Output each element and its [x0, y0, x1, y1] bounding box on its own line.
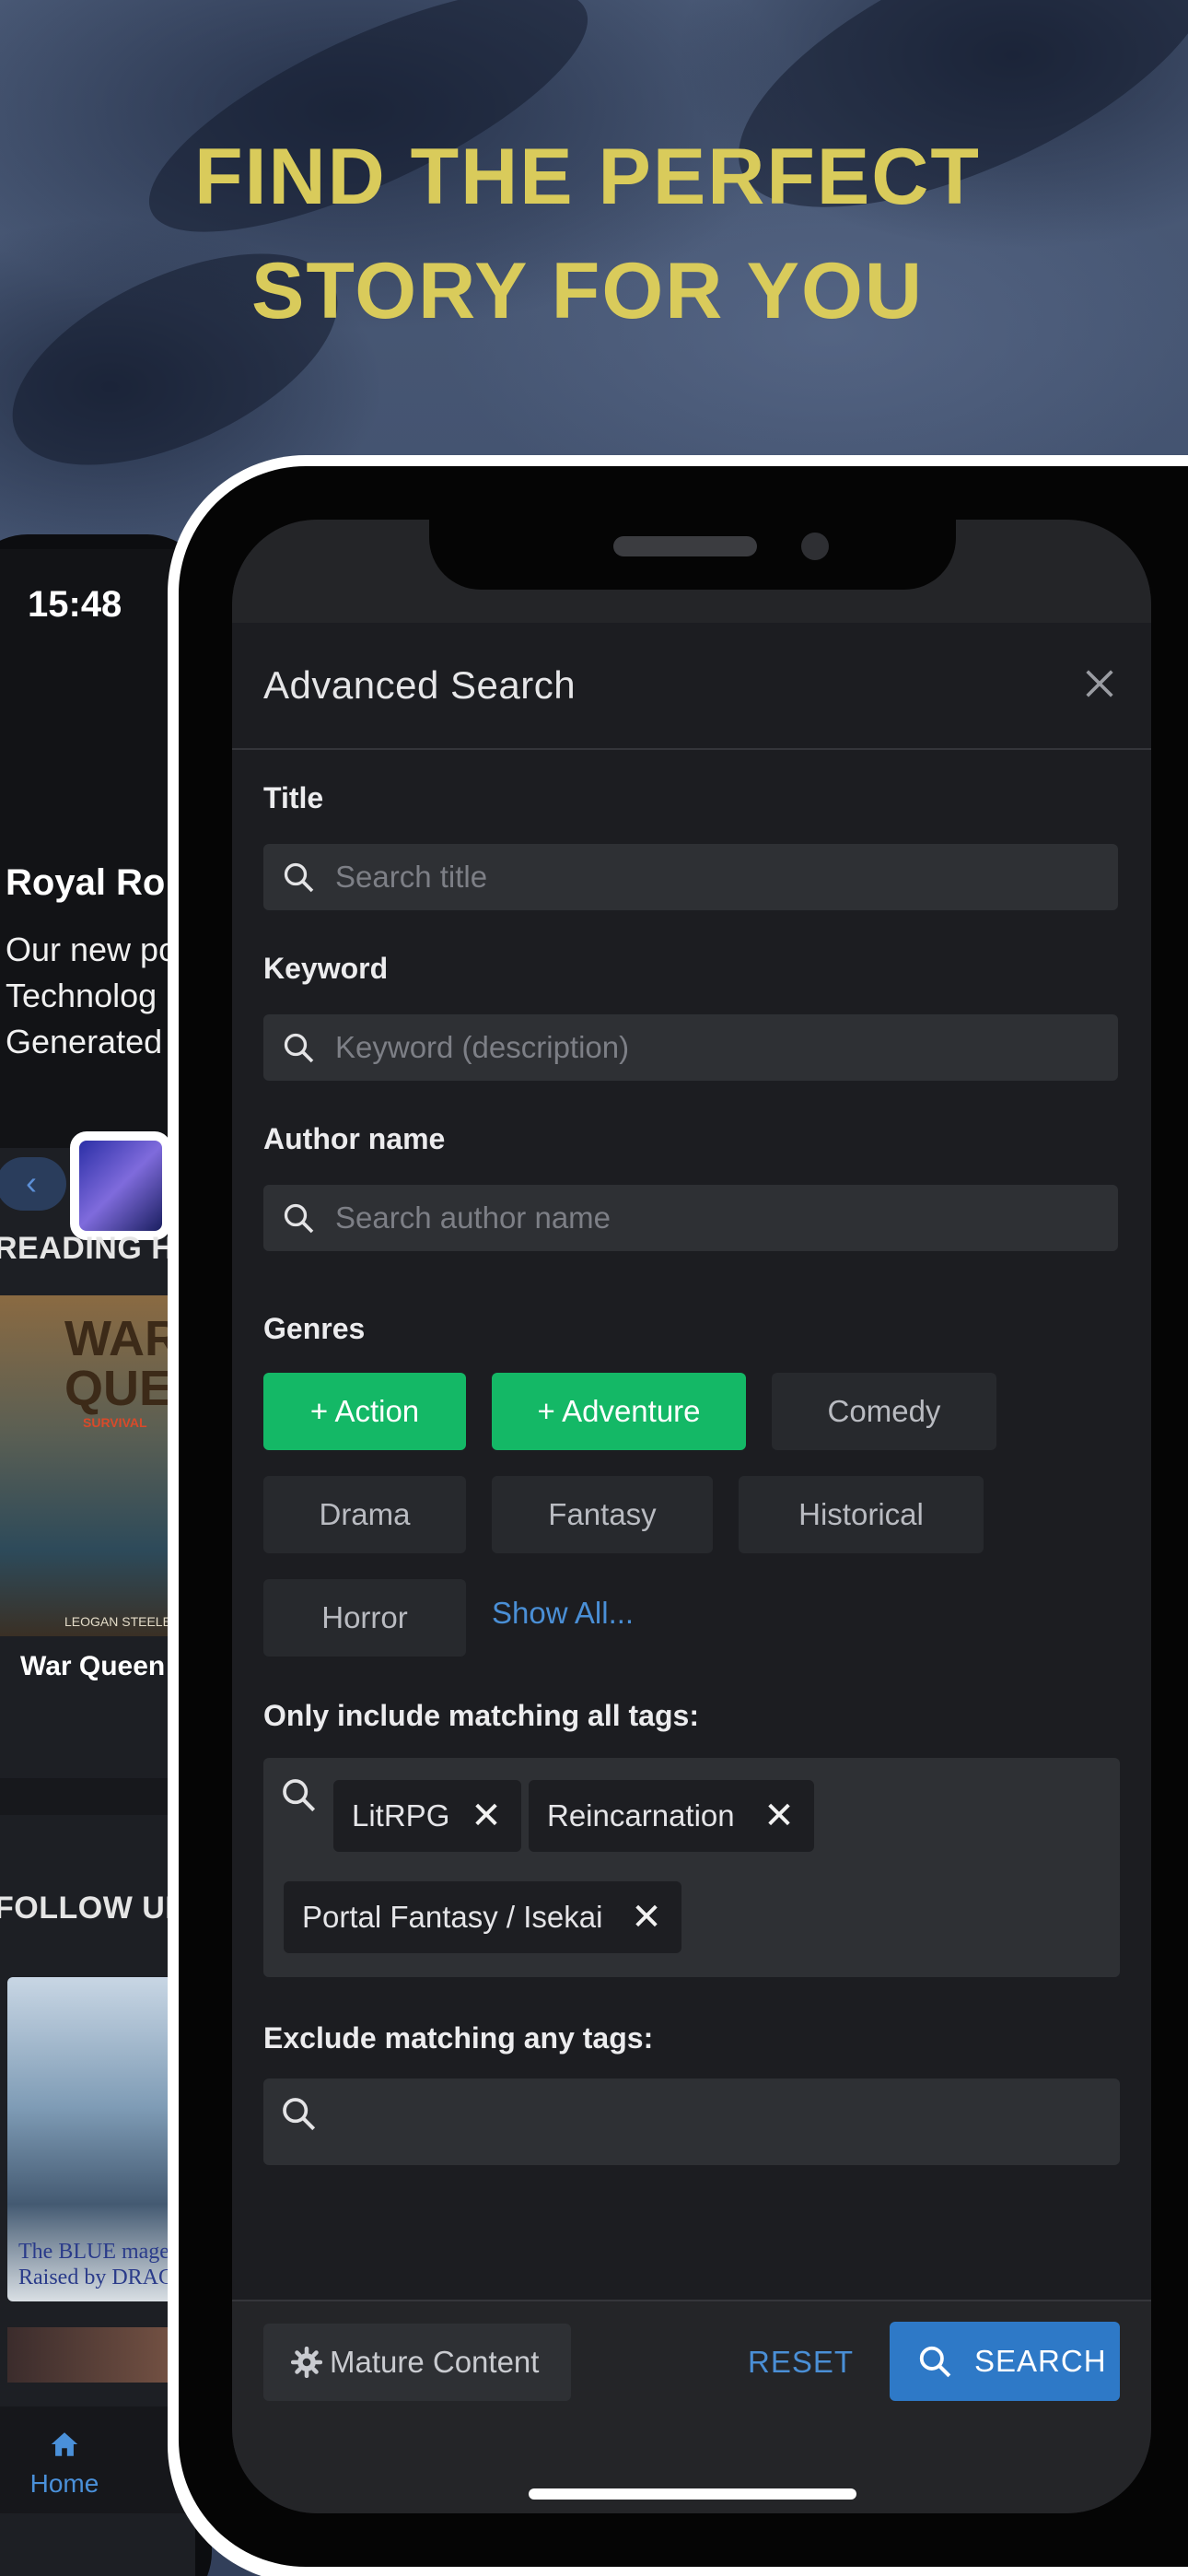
carousel-prev-button[interactable]: ‹ — [0, 1157, 66, 1211]
search-button[interactable]: SEARCH — [890, 2322, 1120, 2401]
tab-home-label: Home — [29, 2469, 99, 2498]
cover-author: LEOGAN STEELE — [64, 1614, 171, 1629]
announcement-text: Our new po Technolog Generated — [6, 927, 177, 1065]
advanced-search-screen: Advanced Search Title Keyword Author nam… — [232, 520, 1151, 2513]
search-button-label: SEARCH — [974, 2344, 1107, 2378]
search-icon — [283, 2098, 316, 2131]
mature-content-label: Mature Content — [330, 2345, 540, 2379]
show-all-genres-link[interactable]: Show All... — [492, 1596, 634, 1631]
announcement-banner: Royal Ro Our new po Technolog Generated … — [0, 660, 195, 1240]
tag-label: Portal Fantasy / Isekai — [302, 1900, 603, 1934]
author-label: Author name — [263, 1122, 446, 1155]
genre-chip-historical[interactable]: Historical — [739, 1476, 984, 1553]
author-field — [263, 1185, 1118, 1251]
keyword-label: Keyword — [263, 952, 389, 985]
author-input[interactable] — [335, 1185, 1090, 1251]
genre-chip-horror[interactable]: Horror — [263, 1579, 466, 1657]
section-follow-up: FOLLOW UP — [0, 1891, 187, 1926]
modal-header: Advanced Search — [232, 623, 1151, 750]
genre-chip-drama[interactable]: Drama — [263, 1476, 466, 1553]
notch-camera — [801, 533, 829, 560]
modal-title: Advanced Search — [263, 663, 577, 707]
tag-label: LitRPG — [352, 1798, 450, 1832]
include-tag-reincarnation: Reincarnation ✕ — [529, 1780, 814, 1852]
book-title-caption[interactable]: War Queen — [20, 1651, 165, 1682]
search-icon — [283, 1779, 316, 1812]
status-time: 15:48 — [28, 584, 122, 625]
genre-chip-action[interactable]: + Action — [263, 1373, 466, 1450]
back-phone-screen: 15:48 Royal Ro Our new po Technolog Gene… — [0, 549, 195, 2576]
section-reading-history: READING HIS — [0, 1231, 195, 1266]
keyword-input[interactable] — [335, 1014, 1090, 1081]
remove-tag-icon[interactable]: ✕ — [468, 1780, 505, 1852]
home-indicator[interactable] — [529, 2488, 856, 2500]
mature-content-button[interactable]: Mature Content — [263, 2324, 571, 2401]
title-field — [263, 844, 1118, 910]
include-tags-field[interactable]: LitRPG ✕ Reincarnation ✕ Portal Fantasy … — [263, 1758, 1120, 1977]
notch-speaker — [613, 536, 757, 556]
exclude-tags-field[interactable] — [263, 2078, 1120, 2165]
tab-home[interactable]: Home — [0, 2429, 129, 2499]
carousel-thumbnail[interactable] — [70, 1131, 171, 1240]
close-icon[interactable] — [1081, 665, 1118, 702]
include-tag-litrpg: LitRPG ✕ — [333, 1780, 521, 1852]
search-icon — [284, 1033, 314, 1063]
modal-footer: Mature Content RESET SEARCH — [232, 2300, 1151, 2418]
announcement-line: Technolog — [6, 977, 157, 1014]
search-icon — [919, 2346, 951, 2378]
announcement-line: Generated — [6, 1023, 163, 1060]
chevron-left-icon: ‹ — [26, 1164, 37, 1201]
exclude-tags-label: Exclude matching any tags: — [263, 2021, 654, 2055]
status-bar: 15:48 — [0, 549, 195, 660]
book-cover-war-queen[interactable]: WAR QUEEN SURVIVAL LEOGAN STEELE — [0, 1295, 195, 1636]
genre-chip-fantasy[interactable]: Fantasy — [492, 1476, 713, 1553]
search-icon — [284, 862, 314, 893]
keyword-field — [263, 1014, 1118, 1081]
promo-headline: FIND THE PERFECT STORY FOR YOU — [0, 120, 1175, 348]
include-tags-label: Only include matching all tags: — [263, 1699, 699, 1732]
cover-subtitle: SURVIVAL — [83, 1415, 147, 1430]
remove-tag-icon[interactable]: ✕ — [628, 1881, 665, 1953]
promo-headline-line2: STORY FOR YOU — [250, 247, 925, 335]
tag-label: Reincarnation — [547, 1798, 735, 1832]
bottom-tab-bar: Home — [0, 2406, 195, 2513]
genres-label: Genres — [263, 1312, 366, 1345]
remove-tag-icon[interactable]: ✕ — [761, 1780, 798, 1852]
cover-title-line: Raised by DRAGO — [18, 2266, 191, 2289]
announcement-title: Royal Ro — [6, 862, 166, 903]
promo-headline-line1: FIND THE PERFECT — [194, 133, 981, 221]
title-input[interactable] — [335, 844, 1090, 910]
include-tag-portal-fantasy: Portal Fantasy / Isekai ✕ — [284, 1881, 681, 1953]
reset-button[interactable]: RESET — [748, 2324, 854, 2401]
gear-icon — [291, 2347, 322, 2379]
genre-chip-adventure[interactable]: + Adventure — [492, 1373, 746, 1450]
cover-title-line: The BLUE mage — [18, 2240, 169, 2264]
section-divider — [0, 1778, 195, 1815]
search-icon — [284, 1203, 314, 1234]
cover-title: The BLUE mage Raised by DRAGO — [18, 2239, 191, 2290]
announcement-line: Our new po — [6, 931, 178, 968]
title-label: Title — [263, 781, 324, 814]
genre-chip-comedy[interactable]: Comedy — [772, 1373, 996, 1450]
home-icon — [51, 2432, 78, 2456]
